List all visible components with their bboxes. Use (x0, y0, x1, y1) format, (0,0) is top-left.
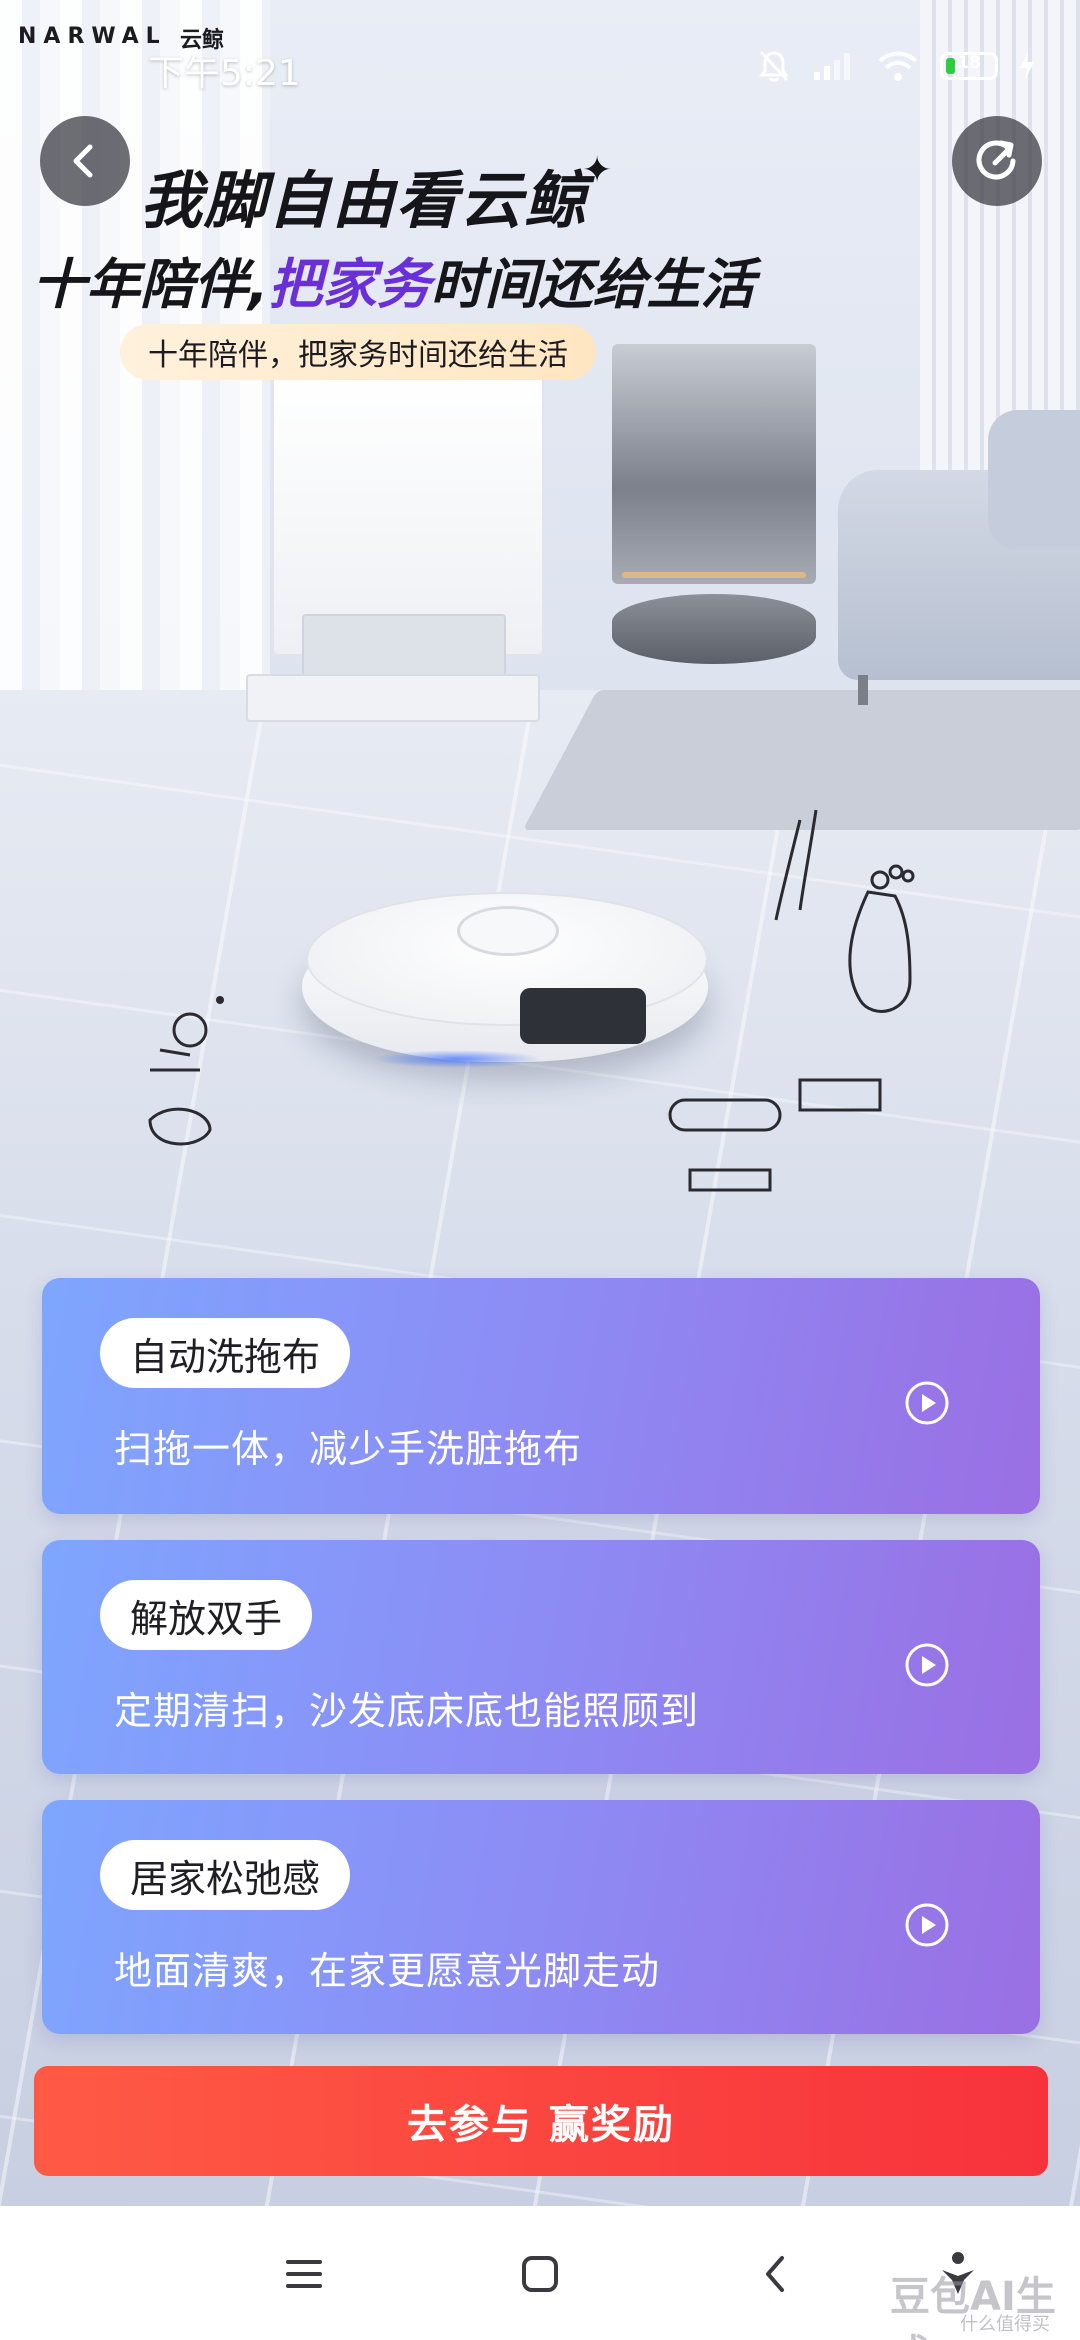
robot-lidar (457, 906, 559, 956)
feature-description: 地面清爽，在家更愿意光脚走动 (114, 1949, 661, 1993)
play-icon[interactable] (904, 1380, 950, 1426)
battery-level: 18 (957, 53, 981, 73)
sparkle-icon: ✦ (582, 150, 613, 191)
feature-tag: 自动洗拖布 (100, 1318, 351, 1388)
wifi-icon (878, 51, 918, 81)
home-icon[interactable] (512, 2246, 568, 2302)
menu-icon[interactable] (276, 2246, 332, 2302)
feature-tag: 解放双手 (100, 1580, 313, 1650)
debris-doodle-left (148, 996, 224, 1146)
robot-vacuum (302, 882, 708, 1072)
status-bar: NARWAL 云鲸 下午5:21 18 (0, 0, 1080, 120)
sofa-leg (858, 675, 868, 705)
feature-description: 定期清扫，沙发底床底也能照顾到 (114, 1689, 700, 1733)
play-icon[interactable] (904, 1902, 950, 1948)
robot-blue-light (372, 1050, 542, 1068)
white-docking-station (246, 372, 544, 722)
headline-secondary: 十年陪伴,把家务时间还给生活 (32, 240, 755, 319)
play-icon[interactable] (904, 1642, 950, 1688)
back-nav-icon[interactable] (748, 2246, 804, 2302)
screen: NARWAL 云鲸 下午5:21 18 我脚自由看云鲸 ✦ 十年陪伴,把家务时间… (0, 0, 1080, 2340)
sofa-cushion (988, 410, 1080, 550)
system-icons: 18 (756, 44, 1036, 88)
feature-tag: 居家松弛感 (100, 1840, 351, 1910)
battery-icon: 18 (940, 52, 998, 80)
watermark-small: 什么值得买 (960, 2314, 1050, 2335)
back-button[interactable] (40, 116, 130, 206)
chevron-left-icon (73, 144, 93, 178)
charging-icon (1020, 52, 1034, 80)
mute-bell-icon (759, 50, 789, 82)
feature-description: 扫拖一体，减少手洗脏拖布 (114, 1427, 583, 1471)
share-icon (976, 140, 1016, 180)
signal-icon (814, 53, 850, 80)
sofa (838, 410, 1080, 705)
headline-main: 我脚自由看云鲸 (140, 164, 589, 237)
subtitle-pill: 十年陪伴，把家务时间还给生活 (120, 324, 596, 380)
dock-base (246, 674, 540, 722)
footprint-doodle (774, 809, 915, 1013)
status-time: 下午5:21 (148, 53, 301, 94)
feature-card-auto-wash[interactable]: 自动洗拖布 扫拖一体，减少手洗脏拖布 (42, 1278, 1040, 1514)
headline-secondary-prefix: 十年陪伴, (32, 253, 269, 316)
gray-docking-station (612, 344, 816, 664)
robot-sensor-window (520, 988, 646, 1044)
participate-cta-button[interactable]: 去参与 赢奖励 (34, 2066, 1048, 2176)
headline-secondary-accent: 把家务 (268, 253, 431, 316)
share-button[interactable] (952, 116, 1042, 206)
debris-doodle-right (668, 1078, 882, 1192)
headline-secondary-suffix: 时间还给生活 (430, 253, 755, 316)
feature-card-free-hands[interactable]: 解放双手 定期清扫，沙发底床底也能照顾到 (42, 1540, 1040, 1774)
dock-gold-trim (622, 572, 806, 578)
feature-card-relaxed-home[interactable]: 居家松弛感 地面清爽，在家更愿意光脚走动 (42, 1800, 1040, 2034)
docked-robot (612, 594, 816, 664)
brand-logo: NARWAL (18, 24, 167, 49)
